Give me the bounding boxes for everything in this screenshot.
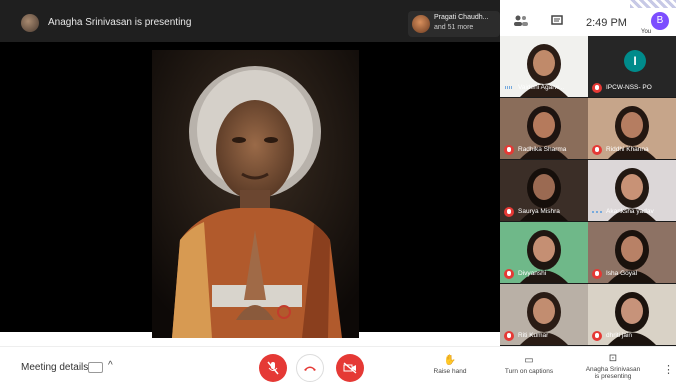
participant-tile[interactable]: Akanksha yadav bbox=[588, 160, 676, 221]
captions-button[interactable]: ▭ Turn on captions bbox=[498, 355, 560, 375]
present-button[interactable]: ⊡ Anagha Srinivasan is presenting bbox=[578, 353, 648, 380]
participant-tile[interactable]: Saurya Mishra bbox=[500, 160, 588, 221]
present-label-2: is presenting bbox=[594, 373, 632, 380]
meeting-details-icon bbox=[88, 362, 103, 373]
mic-off-icon bbox=[504, 145, 514, 155]
captions-icon: ▭ bbox=[524, 355, 534, 366]
chip-more: and 51 more bbox=[434, 24, 474, 31]
participant-initial-avatar: I bbox=[624, 50, 646, 72]
chat-icon[interactable] bbox=[551, 15, 563, 27]
presenter-avatar bbox=[21, 14, 39, 32]
participant-name: Radhika Sharma bbox=[518, 146, 567, 153]
elderly-woman-portrait bbox=[152, 50, 359, 338]
participant-tile[interactable]: dhriti jain bbox=[588, 284, 676, 345]
participant-name: Saurya Mishra bbox=[518, 208, 560, 215]
participant-name: IPCW-NSS- PO bbox=[606, 84, 652, 91]
participant-tile[interactable]: Riti Kumar bbox=[500, 284, 588, 345]
mic-off-icon bbox=[504, 331, 514, 341]
audio-activity-icon bbox=[504, 83, 514, 93]
mic-off-icon bbox=[592, 331, 602, 341]
participant-name: Riddhi Khanna bbox=[606, 146, 649, 153]
mic-off-icon bbox=[592, 83, 602, 93]
clock: 2:49 PM bbox=[586, 17, 627, 29]
participant-tile[interactable]: I IPCW-NSS- PO bbox=[588, 36, 676, 97]
participant-tile[interactable]: Isha Goyal bbox=[588, 222, 676, 283]
mic-toggle-button[interactable] bbox=[259, 354, 287, 382]
participants-chip[interactable]: Pragati Chaudh... and 51 more bbox=[408, 11, 500, 37]
people-icon[interactable] bbox=[513, 15, 529, 27]
phone-hangup-icon bbox=[304, 366, 316, 371]
presentation-stage bbox=[0, 42, 500, 338]
presented-photo bbox=[152, 50, 359, 338]
participant-name: dhriti jain bbox=[606, 332, 633, 339]
meeting-details-button[interactable]: Meeting details bbox=[21, 362, 88, 373]
present-label-1: Anagha Srinivasan bbox=[585, 366, 641, 373]
audio-activity-icon bbox=[592, 207, 602, 217]
participant-name: Divyanshi bbox=[518, 270, 547, 277]
camera-toggle-button[interactable] bbox=[336, 354, 364, 382]
participant-name: Riti Kumar bbox=[518, 332, 549, 339]
present-icon: ⊡ bbox=[608, 353, 618, 364]
participant-tile[interactable]: Riddhi Khanna bbox=[588, 98, 676, 159]
chip-name: Pragati Chaudh... bbox=[434, 14, 489, 21]
participant-name: Vaidehi Agarw... bbox=[518, 84, 565, 91]
captions-label: Turn on captions bbox=[504, 368, 554, 375]
user-avatar[interactable]: B bbox=[651, 12, 669, 30]
presentation-header: Anagha Srinivasan is presenting Pragati … bbox=[0, 0, 500, 42]
camera-off-icon bbox=[343, 362, 357, 374]
raise-hand-label: Raise hand bbox=[433, 368, 467, 375]
participant-grid: Vaidehi Agarw... I IPCW-NSS- PO Radhika Sha… bbox=[500, 36, 676, 346]
hand-icon: ✋ bbox=[443, 355, 457, 366]
mic-off-icon bbox=[267, 361, 279, 375]
participant-tile[interactable]: Vaidehi Agarw... bbox=[500, 36, 588, 97]
chevron-up-icon[interactable]: ^ bbox=[108, 360, 113, 371]
leave-call-button[interactable] bbox=[296, 354, 324, 382]
raise-hand-button[interactable]: ✋ Raise hand bbox=[428, 355, 472, 375]
participant-name: Akanksha yadav bbox=[606, 208, 654, 215]
mic-off-icon bbox=[504, 269, 514, 279]
participant-tile[interactable]: Divyanshi bbox=[500, 222, 588, 283]
bottom-toolbar: Meeting details ^ ✋ Raise hand ▭ Turn on… bbox=[0, 346, 676, 382]
presenting-text: Anagha Srinivasan is presenting bbox=[48, 17, 192, 28]
mic-off-icon bbox=[592, 145, 602, 155]
mic-off-icon bbox=[504, 207, 514, 217]
corner-pattern bbox=[630, 0, 676, 8]
participant-tile[interactable]: Radhika Sharma bbox=[500, 98, 588, 159]
participant-name: Isha Goyal bbox=[606, 270, 638, 277]
you-label: You bbox=[641, 29, 652, 35]
more-options-icon[interactable]: ⋮ bbox=[663, 363, 674, 376]
mic-off-icon bbox=[592, 269, 602, 279]
chip-avatar bbox=[412, 15, 430, 33]
